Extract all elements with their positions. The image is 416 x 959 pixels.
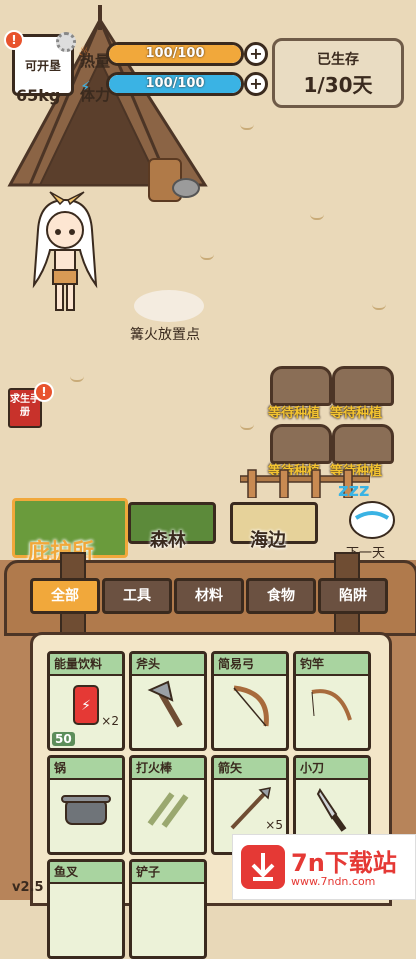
item-name: 箭矢 [214,758,286,780]
item-name: 斧头 [132,654,204,676]
svg-text:⚡: ⚡ [81,698,91,714]
watermark-title: 7n下载站 [291,849,397,877]
tab-all[interactable]: 全部 [30,578,100,614]
stamina-bar: 100/100 [106,72,244,96]
item-card[interactable]: 能量饮料 ⚡ ×2 50 [47,651,125,751]
bow-icon [233,685,269,727]
grass-tuft [200,250,214,260]
manual-alert-badge: ! [34,382,54,402]
item-name: 小刀 [296,758,368,780]
campfire-spot[interactable] [134,290,204,322]
grass-tuft [240,120,254,130]
stamina-value: 100/100 [145,76,205,91]
tab-materials[interactable]: 材料 [174,578,244,614]
tab-traps[interactable]: 陷阱 [318,578,388,614]
item-quantity: ×2 [101,714,119,728]
settings-gear-icon[interactable] [56,32,76,52]
location-forest-label: 森林 [150,530,186,551]
calorie-value: 100/100 [145,46,205,61]
item-name: 铲子 [132,862,204,884]
plot-label: 等待种植 [330,406,383,421]
item-name: 钓竿 [296,654,368,676]
grass-tuft [240,420,254,430]
farm-plot[interactable] [270,366,332,406]
survived-days: 1/30天 [303,73,373,97]
item-card[interactable]: 鱼叉 [47,859,125,959]
campfire-label: 篝火放置点 [130,327,200,343]
item-card[interactable]: 铲子 [129,859,207,959]
item-durability-badge: 50 [52,732,75,746]
axe-icon [147,680,183,728]
grass-tuft [310,210,324,220]
item-name: 能量饮料 [50,654,122,676]
sleeping-character-icon [349,501,395,539]
grass-tuft [372,300,386,310]
location-beach-label: 海边 [250,530,286,551]
survived-title: 已生存 [317,52,359,68]
item-card[interactable]: 斧头 [129,651,207,751]
item-name: 鱼叉 [50,862,122,884]
farm-plot[interactable] [270,424,332,464]
watermark-url: www.7ndn.com [291,875,376,888]
next-day-button[interactable]: zzz 下一天 [338,480,404,560]
alert-badge: ! [4,30,24,50]
add-calorie-button[interactable]: + [244,42,268,66]
item-card[interactable]: 钓竿 [293,651,371,751]
add-stamina-button[interactable]: + [244,72,268,96]
fire-starter-icon [147,792,189,828]
survived-days-panel: 已生存 1/30天 [272,38,404,108]
farm-plot[interactable] [332,424,394,464]
pot-icon [61,795,111,825]
rock [172,178,200,198]
download-icon [241,845,285,889]
player-character[interactable] [30,190,100,320]
version-label: v2.5 [12,880,44,895]
fishing-rod-icon [311,689,352,721]
tab-food[interactable]: 食物 [246,578,316,614]
item-name: 锅 [50,758,122,780]
item-card[interactable]: 打火棒 [129,755,207,855]
plot-label: 等待种植 [268,406,321,421]
item-name: 打火棒 [132,758,204,780]
calorie-bar: 100/100 [106,42,244,66]
item-card[interactable]: 锅 [47,755,125,855]
knife-icon [316,788,347,832]
grass-tuft [70,372,84,382]
weight-value: 65kg [16,86,61,105]
item-name: 简易弓 [214,654,286,676]
item-quantity: ×5 [265,818,283,832]
watermark: 7n下载站 www.7ndn.com [232,834,416,900]
farm-plot[interactable] [332,366,394,406]
tab-tools[interactable]: 工具 [102,578,172,614]
land-status-label: 可开垦 [24,59,61,73]
item-card[interactable]: 简易弓 [211,651,289,751]
